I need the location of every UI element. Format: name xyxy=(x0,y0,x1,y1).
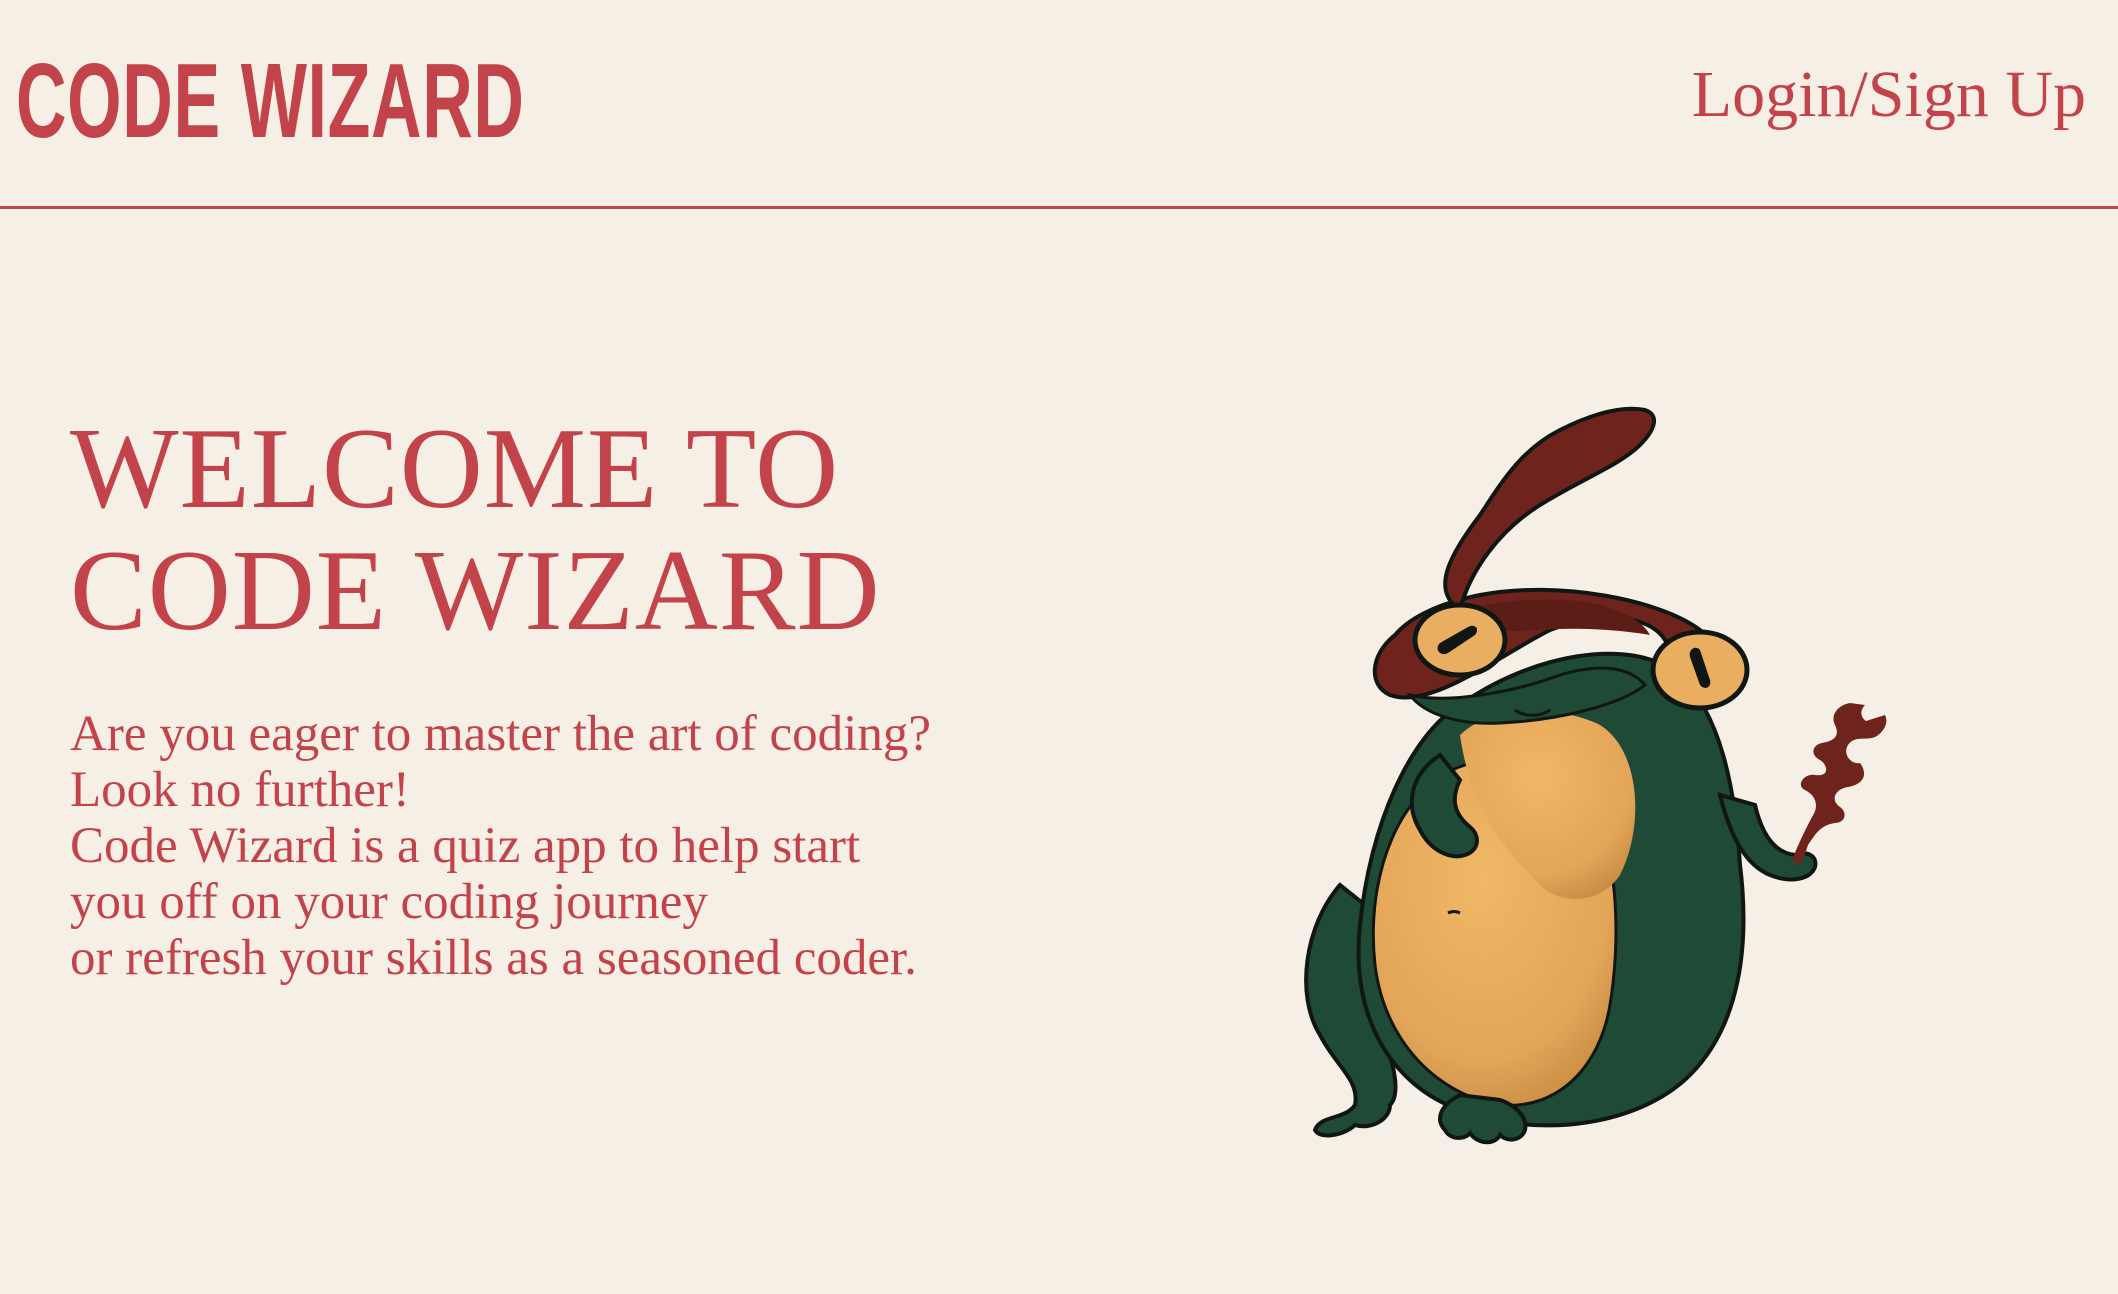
hero-description-line: Are you eager to master the art of codin… xyxy=(70,706,931,762)
hero-title: WELCOME TO CODE WIZARD xyxy=(70,408,881,652)
site-header: CODE WIZARD Login/Sign Up xyxy=(0,0,2118,209)
hero-title-line: CODE WIZARD xyxy=(70,527,881,654)
hero-description-line: or refresh your skills as a seasoned cod… xyxy=(70,930,917,986)
hero-description: Are you eager to master the art of codin… xyxy=(70,706,931,986)
wizard-frog-illustration xyxy=(1304,406,1887,1145)
hero-description-line: Look no further! xyxy=(70,762,410,818)
site-logo[interactable]: CODE WIZARD xyxy=(16,48,525,154)
hero-title-line: WELCOME TO xyxy=(70,405,840,532)
login-signup-link[interactable]: Login/Sign Up xyxy=(1692,62,2086,128)
hero-description-line: Code Wizard is a quiz app to help start xyxy=(70,818,861,874)
hero-description-line: you off on your coding journey xyxy=(70,874,708,930)
